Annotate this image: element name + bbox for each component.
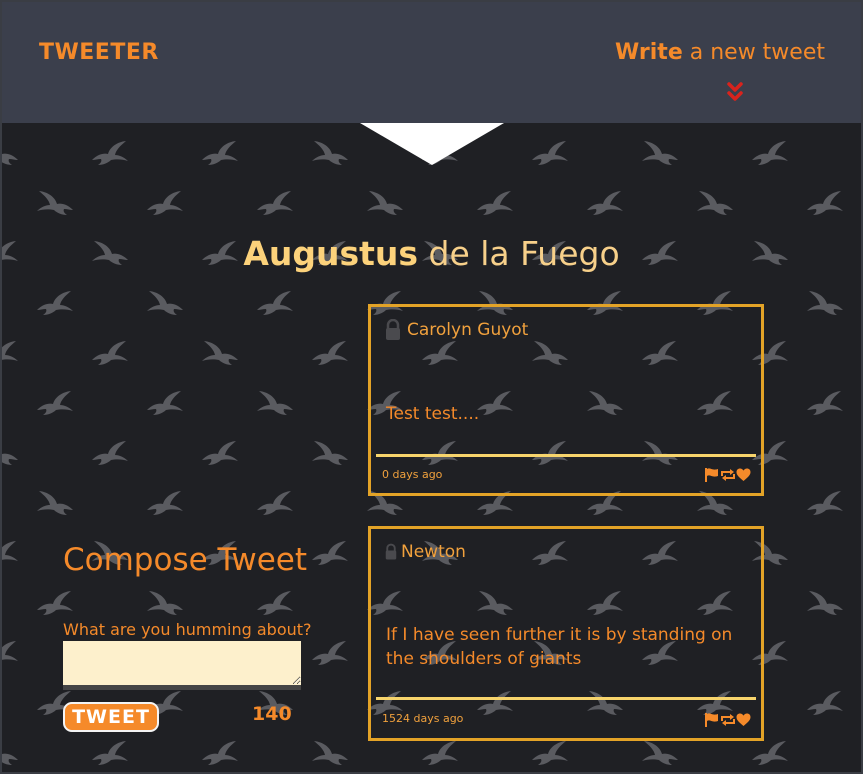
tweet-textarea[interactable] bbox=[63, 641, 301, 690]
tweet-divider bbox=[376, 454, 756, 457]
double-chevron-down-icon[interactable] bbox=[724, 80, 746, 104]
tweet-divider bbox=[376, 697, 756, 700]
tweet-card: Newton If I have seen further it is by s… bbox=[368, 526, 764, 741]
tweet-author[interactable]: Carolyn Guyot bbox=[407, 320, 528, 340]
tweet-author[interactable]: Newton bbox=[401, 542, 466, 562]
profile-name: Augustus de la Fuego bbox=[0, 234, 863, 273]
top-nav: TWEETER Write a new tweet bbox=[2, 2, 861, 123]
tweet-actions bbox=[704, 712, 751, 728]
flag-icon[interactable] bbox=[704, 467, 719, 483]
flag-icon[interactable] bbox=[704, 712, 719, 728]
tweet-button[interactable]: TWEET bbox=[63, 702, 159, 732]
heart-icon[interactable] bbox=[736, 467, 751, 483]
tweet-text: If I have seen further it is by standing… bbox=[386, 625, 733, 669]
compose-label: What are you humming about? bbox=[63, 620, 312, 639]
write-label: Write bbox=[615, 40, 683, 65]
profile-last-name: de la Fuego bbox=[418, 234, 620, 273]
new-tweet-label: a new tweet bbox=[682, 40, 825, 65]
character-counter: 140 bbox=[252, 703, 292, 725]
tweet-text: Test test.... bbox=[386, 404, 480, 424]
retweet-icon[interactable] bbox=[720, 467, 736, 483]
tweet-age: 0 days ago bbox=[382, 468, 443, 481]
header-notch bbox=[360, 123, 504, 165]
heart-icon[interactable] bbox=[736, 712, 751, 728]
tweet-age: 1524 days ago bbox=[382, 712, 464, 725]
compose-title: Compose Tweet bbox=[63, 542, 307, 578]
lock-icon bbox=[385, 543, 397, 560]
lock-icon bbox=[386, 319, 400, 340]
app-logo[interactable]: TWEETER bbox=[39, 40, 159, 65]
profile-first-name: Augustus bbox=[243, 234, 419, 273]
write-new-tweet-toggle[interactable]: Write a new tweet bbox=[615, 40, 825, 65]
retweet-icon[interactable] bbox=[720, 712, 736, 728]
tweet-actions bbox=[704, 467, 751, 483]
tweet-card: Carolyn Guyot Test test.... 0 days ago bbox=[368, 304, 764, 496]
